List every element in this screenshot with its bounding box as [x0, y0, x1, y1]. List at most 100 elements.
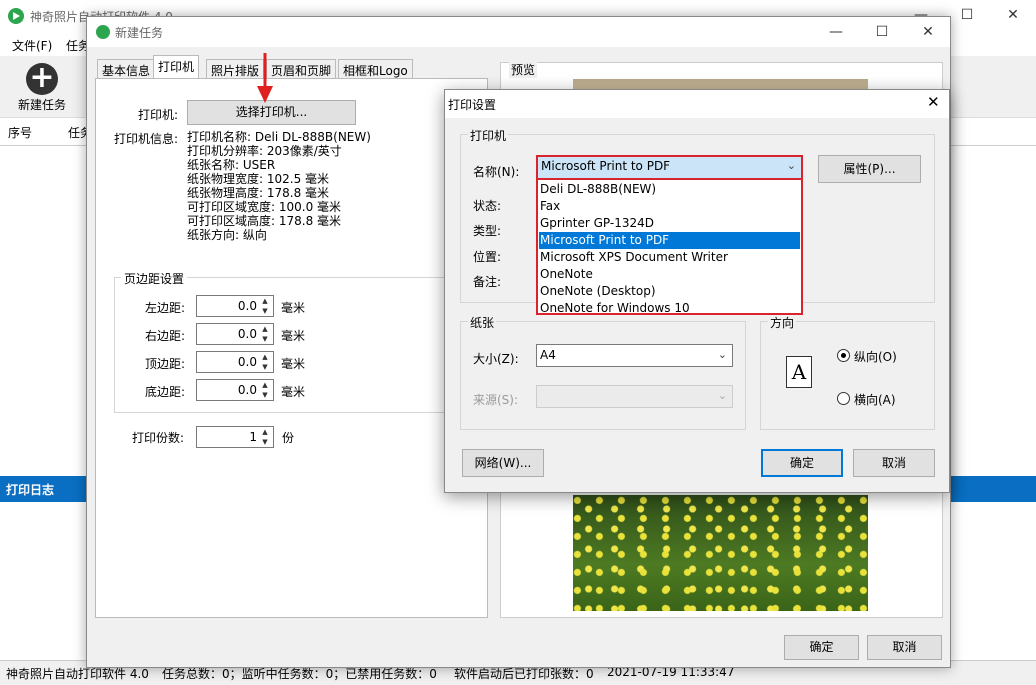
- bottom-margin-label: 底边距:: [145, 385, 186, 399]
- spin-arrows-icon[interactable]: ▲ ▼: [259, 352, 271, 372]
- copies-unit: 份: [282, 431, 295, 445]
- right-margin-label: 右边距:: [145, 329, 186, 343]
- printer-option[interactable]: OneNote (Desktop): [539, 283, 800, 300]
- left-margin-label: 左边距:: [145, 301, 186, 315]
- spin-arrows-icon[interactable]: ▲ ▼: [259, 427, 271, 447]
- printer-option[interactable]: OneNote for Windows 10: [539, 300, 800, 317]
- new-task-cancel-button[interactable]: 取消: [867, 635, 942, 660]
- print-ok-button[interactable]: 确定: [761, 449, 843, 477]
- portrait-label[interactable]: 纵向(O): [854, 348, 897, 365]
- chevron-down-icon: ⌄: [717, 348, 727, 361]
- spin-arrows-icon[interactable]: ▲ ▼: [259, 380, 271, 400]
- bottom-margin-value: 0.0: [237, 383, 257, 397]
- printer-label: 打印机:: [138, 108, 179, 122]
- new-task-button[interactable]: 新建任务: [18, 96, 66, 113]
- printer-info-label: 打印机信息:: [114, 132, 179, 146]
- printer-dropdown-list: Deli DL-888B(NEW) Fax Gprinter GP-1324D …: [536, 178, 803, 315]
- printer-option[interactable]: Deli DL-888B(NEW): [539, 181, 800, 198]
- printer-info-line: 纸张物理高度: 178.8 毫米: [187, 186, 330, 200]
- new-task-title-bar: 新建任务 — ☐ ✕: [87, 17, 950, 47]
- dialog-maximize-button[interactable]: ☐: [859, 17, 905, 47]
- top-margin-value: 0.0: [237, 355, 257, 369]
- printer-option[interactable]: Microsoft XPS Document Writer: [539, 249, 800, 266]
- size-label: 大小(Z):: [473, 352, 519, 366]
- name-label: 名称(N):: [473, 165, 520, 179]
- print-cancel-button[interactable]: 取消: [853, 449, 935, 477]
- landscape-radio[interactable]: [837, 392, 850, 405]
- top-margin-spinner[interactable]: 0.0 ▲ ▼: [196, 351, 274, 373]
- preview-label: 预览: [509, 61, 538, 78]
- printer-option-selected[interactable]: Microsoft Print to PDF: [539, 232, 800, 249]
- paper-group-title: 纸张: [468, 314, 497, 331]
- status-label: 状态:: [473, 199, 502, 213]
- network-button[interactable]: 网络(W)...: [462, 449, 544, 477]
- properties-button[interactable]: 属性(P)...: [818, 155, 921, 183]
- app-icon: [8, 8, 24, 24]
- right-margin-unit: 毫米: [281, 329, 306, 343]
- paper-size-value: A4: [540, 348, 556, 362]
- spin-arrows-icon[interactable]: ▲ ▼: [259, 324, 271, 344]
- menu-file[interactable]: 文件(F): [12, 37, 52, 54]
- printer-name-value: Microsoft Print to PDF: [541, 159, 671, 173]
- preview-photo: [573, 495, 868, 611]
- chevron-down-icon: ⌄: [786, 159, 796, 172]
- print-settings-title-bar: 打印设置 ✕: [445, 90, 949, 118]
- printer-info-line: 可打印区域高度: 178.8 毫米: [187, 214, 342, 228]
- bottom-margin-unit: 毫米: [281, 385, 306, 399]
- bottom-margin-spinner[interactable]: 0.0 ▲ ▼: [196, 379, 274, 401]
- paper-size-select[interactable]: A4 ⌄: [536, 344, 733, 367]
- close-button[interactable]: ✕: [990, 0, 1036, 30]
- paper-source-select[interactable]: ⌄: [536, 385, 733, 408]
- printer-name-select[interactable]: Microsoft Print to PDF ⌄: [536, 155, 803, 180]
- copies-value: 1: [249, 430, 257, 444]
- dialog-minimize-button[interactable]: —: [813, 17, 859, 47]
- new-task-ok-button[interactable]: 确定: [784, 635, 859, 660]
- tab-printer[interactable]: 打印机: [153, 55, 200, 80]
- orientation-group: 方向 A 纵向(O) 横向(A): [760, 314, 935, 430]
- printer-info-line: 打印机分辨率: 203像素/英寸: [187, 144, 342, 158]
- dialog-close-button[interactable]: ✕: [905, 17, 951, 47]
- source-label: 来源(S):: [473, 393, 519, 407]
- printer-info-line: 可打印区域宽度: 100.0 毫米: [187, 200, 342, 214]
- print-settings-close-icon[interactable]: ✕: [927, 93, 940, 111]
- left-margin-unit: 毫米: [281, 301, 306, 315]
- paper-group: 纸张 大小(Z): A4 ⌄ 来源(S): ⌄: [460, 314, 746, 430]
- left-margin-spinner[interactable]: 0.0 ▲ ▼: [196, 295, 274, 317]
- tab-header-footer[interactable]: 页眉和页脚: [266, 59, 337, 79]
- dialog-app-icon: [96, 25, 110, 39]
- red-arrow-icon: [257, 53, 273, 103]
- top-margin-unit: 毫米: [281, 357, 306, 371]
- printer-option[interactable]: OneNote: [539, 266, 800, 283]
- new-task-icon[interactable]: +: [26, 63, 58, 95]
- printer-info-line: 纸张方向: 纵向: [187, 228, 267, 242]
- tab-basic-info[interactable]: 基本信息: [97, 59, 156, 79]
- left-margin-value: 0.0: [237, 299, 257, 313]
- printer-option[interactable]: Gprinter GP-1324D: [539, 215, 800, 232]
- portrait-radio[interactable]: [837, 349, 850, 362]
- printer-info-line: 纸张名称: USER: [187, 158, 276, 172]
- printer-info: 打印机名称: Deli DL-888B(NEW) 打印机分辨率: 203像素/英…: [187, 130, 371, 242]
- printer-option[interactable]: Fax: [539, 198, 800, 215]
- copies-spinner[interactable]: 1 ▲ ▼: [196, 426, 274, 448]
- landscape-label[interactable]: 横向(A): [854, 391, 896, 408]
- comment-label: 备注:: [473, 275, 502, 289]
- print-settings-title: 打印设置: [448, 98, 497, 112]
- right-margin-value: 0.0: [237, 327, 257, 341]
- top-margin-label: 顶边距:: [145, 357, 186, 371]
- printer-tab-panel: 打印机: 选择打印机... 打印机信息: 打印机名称: Deli DL-888B…: [95, 78, 488, 618]
- portrait-page-icon: A: [786, 356, 812, 388]
- margin-group-title: 页边距设置: [121, 270, 188, 287]
- tab-frame-logo[interactable]: 相框和Logo: [338, 59, 413, 79]
- printer-info-line: 打印机名称: Deli DL-888B(NEW): [187, 130, 371, 144]
- new-task-title: 新建任务: [115, 26, 164, 40]
- margin-group: 页边距设置 左边距: 0.0 ▲ ▼ 毫米 右边距: 0.0 ▲ ▼ 毫米 顶边距: 0…: [114, 270, 484, 413]
- spin-arrows-icon[interactable]: ▲ ▼: [259, 296, 271, 316]
- log-title: 打印日志: [6, 483, 55, 497]
- chevron-down-icon: ⌄: [717, 389, 727, 402]
- location-label: 位置:: [473, 250, 502, 264]
- copies-label: 打印份数:: [132, 431, 185, 445]
- right-margin-spinner[interactable]: 0.0 ▲ ▼: [196, 323, 274, 345]
- printer-info-line: 纸张物理宽度: 102.5 毫米: [187, 172, 330, 186]
- column-index[interactable]: 序号: [8, 124, 32, 141]
- printer-group-title: 打印机: [468, 127, 509, 144]
